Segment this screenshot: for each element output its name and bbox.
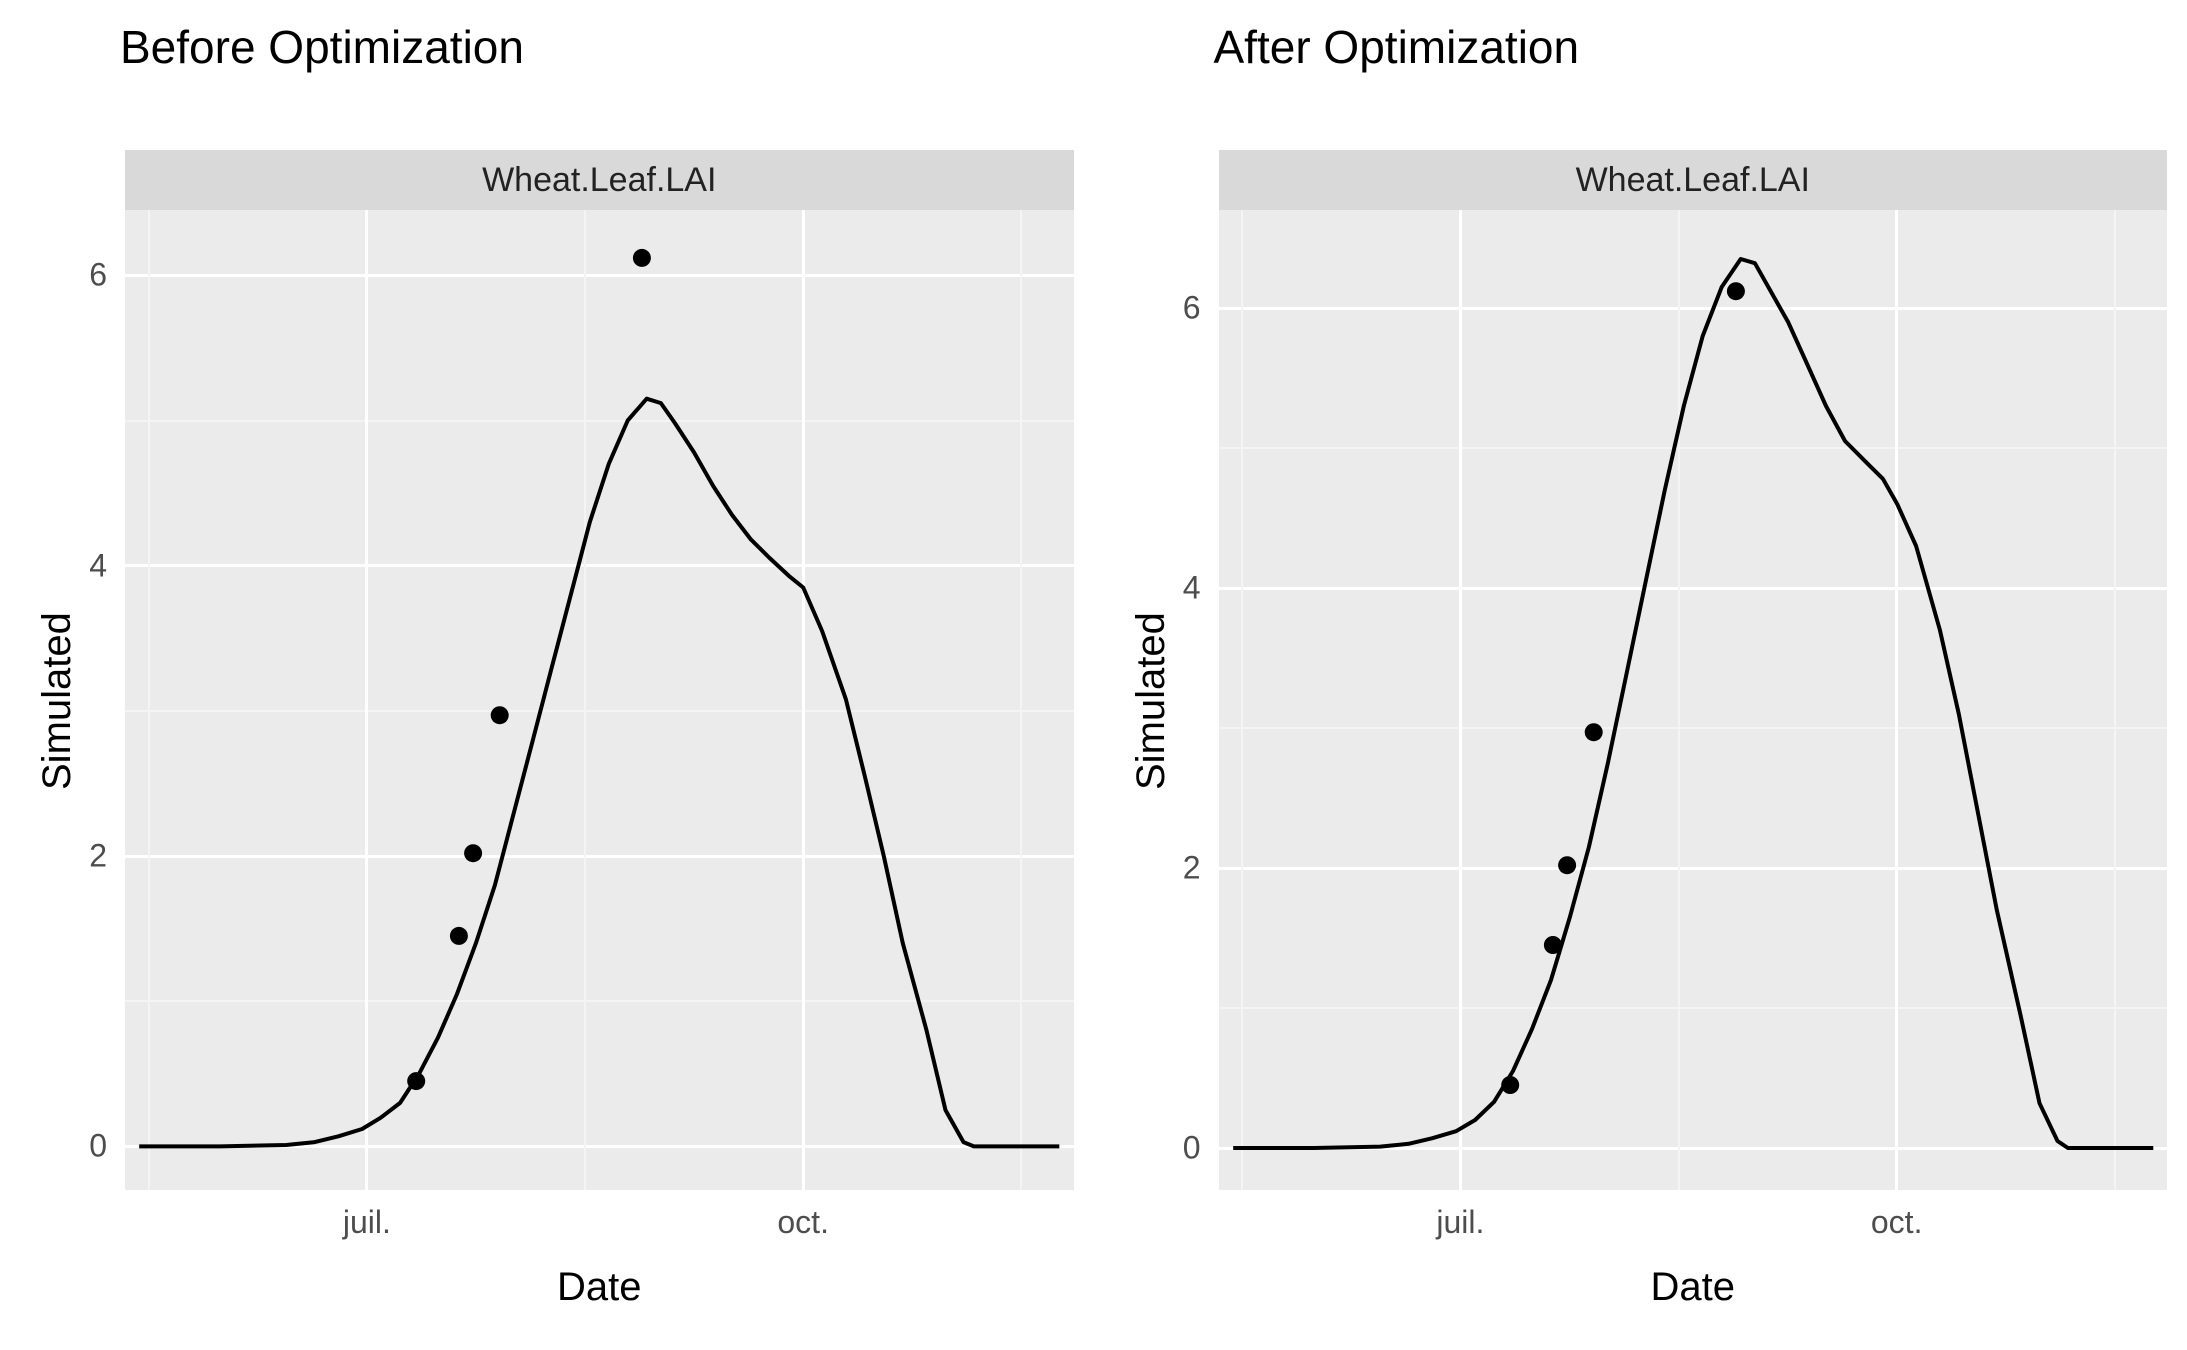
y-axis-label: Simulated — [1129, 612, 1174, 790]
series-layer — [125, 210, 1074, 1190]
y-tick-label: 4 — [1183, 570, 1219, 607]
series-point — [450, 927, 468, 945]
panel-after: After Optimization Simulated Date Wheat.Lea… — [1094, 0, 2187, 1350]
y-axis-label: Simulated — [35, 612, 80, 790]
x-tick-label: oct. — [1871, 1190, 1923, 1241]
plot-area: 0246juil.oct. — [125, 210, 1074, 1190]
y-tick-label: 6 — [89, 257, 125, 294]
x-tick-label: oct. — [777, 1190, 829, 1241]
series-layer — [1219, 210, 2168, 1190]
series-point — [1558, 856, 1576, 874]
x-axis-label: Date — [1651, 1265, 1736, 1310]
chart-title: After Optimization — [1214, 20, 1580, 74]
series-point — [1584, 723, 1602, 741]
series-point — [464, 844, 482, 862]
x-axis-label: Date — [557, 1265, 642, 1310]
chart-title: Before Optimization — [120, 20, 524, 74]
y-tick-label: 6 — [1183, 290, 1219, 327]
y-tick-label: 2 — [89, 838, 125, 875]
series-line — [1233, 259, 2153, 1148]
series-point — [1726, 282, 1744, 300]
y-tick-label: 2 — [1183, 850, 1219, 887]
x-tick-label: juil. — [343, 1190, 391, 1241]
y-tick-label: 0 — [89, 1128, 125, 1165]
facet-strip: Wheat.Leaf.LAI — [125, 150, 1074, 210]
series-point — [633, 249, 651, 267]
x-tick-label: juil. — [1436, 1190, 1484, 1241]
y-tick-label: 4 — [89, 547, 125, 584]
figure: Before Optimization Simulated Date Wheat.Le… — [0, 0, 2187, 1350]
facet-strip: Wheat.Leaf.LAI — [1219, 150, 2168, 210]
series-point — [491, 706, 509, 724]
y-tick-label: 0 — [1183, 1130, 1219, 1167]
plot-area: 0246juil.oct. — [1219, 210, 2168, 1190]
series-point — [1543, 936, 1561, 954]
series-point — [407, 1072, 425, 1090]
series-point — [1501, 1076, 1519, 1094]
series-line — [139, 399, 1059, 1147]
panel-before: Before Optimization Simulated Date Wheat.Le… — [0, 0, 1094, 1350]
